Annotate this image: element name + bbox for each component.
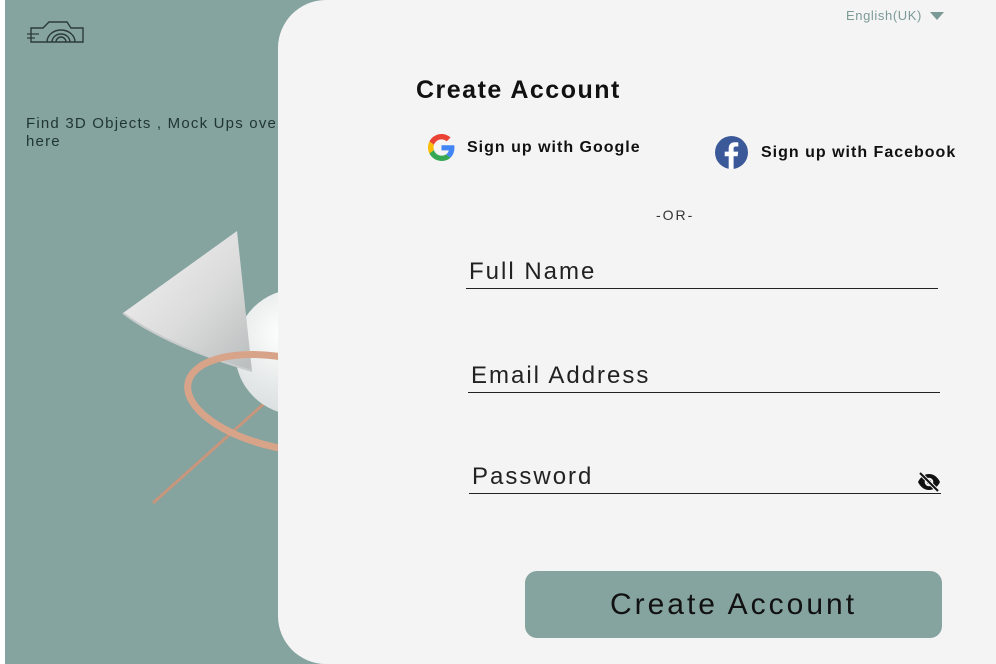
facebook-signup-button[interactable]: Sign up with Facebook	[715, 136, 956, 169]
chevron-down-icon	[929, 11, 944, 20]
tagline: Find 3D Objects , Mock Ups over here	[26, 115, 284, 150]
camera-logo-icon	[27, 21, 84, 43]
full-name-input[interactable]	[466, 258, 938, 288]
password-field	[469, 463, 941, 494]
google-signup-label: Sign up with Google	[467, 138, 641, 156]
language-selector[interactable]: English(UK)	[846, 8, 944, 23]
signup-panel: English(UK) Create Account Sign up with …	[278, 0, 996, 664]
full-name-field	[466, 258, 938, 289]
signup-screen: Find 3D Objects , Mock Ups over here Eng…	[5, 0, 996, 664]
password-input[interactable]	[469, 463, 941, 493]
email-input[interactable]	[468, 362, 940, 392]
eye-slash-icon[interactable]	[917, 471, 941, 493]
facebook-icon	[715, 136, 748, 169]
create-account-button[interactable]: Create Account	[525, 571, 942, 638]
language-label: English(UK)	[846, 8, 922, 23]
email-field	[468, 362, 940, 393]
google-signup-button[interactable]: Sign up with Google	[428, 134, 641, 161]
facebook-signup-label: Sign up with Facebook	[761, 143, 957, 161]
google-icon	[428, 134, 455, 161]
or-separator: -OR-	[656, 207, 695, 223]
page-title: Create Account	[416, 76, 621, 104]
